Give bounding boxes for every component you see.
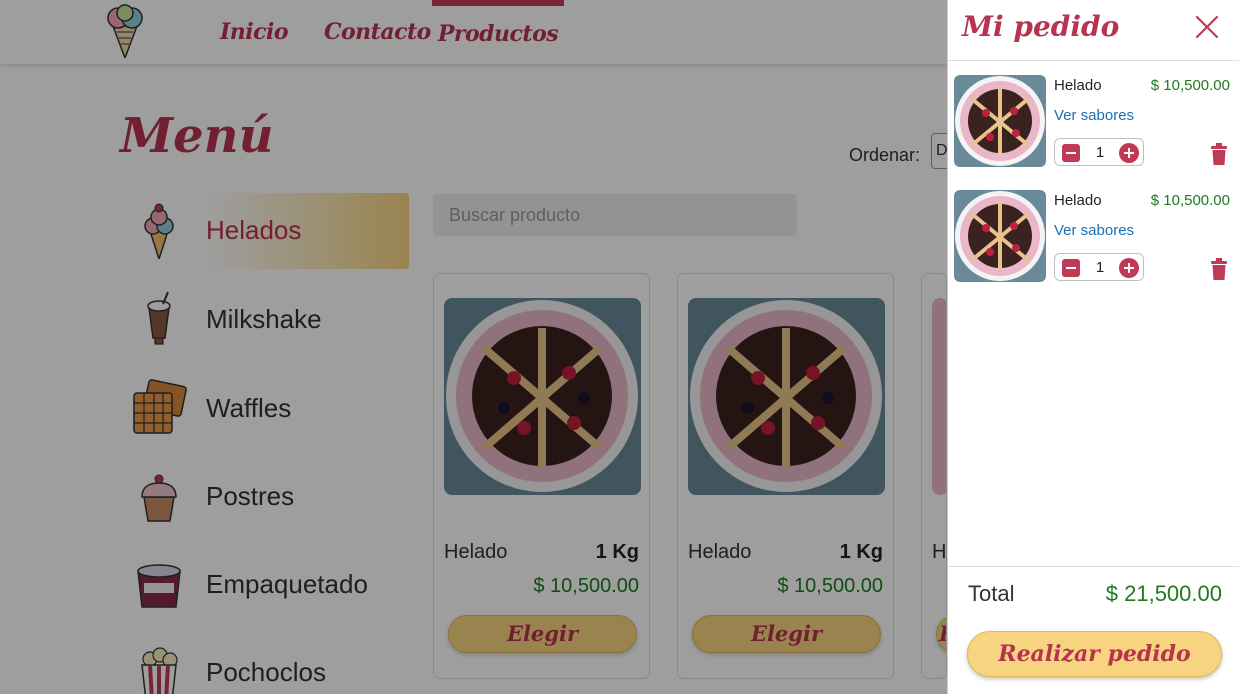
cart-item-name: Helado [1054, 192, 1102, 209]
close-icon[interactable] [1194, 14, 1220, 40]
cart-item: Helado $ 10,500.00 Ver sabores 1 [954, 190, 1234, 285]
cart-item-price: $ 10,500.00 [1150, 192, 1230, 209]
cart-item-name: Helado [1054, 77, 1102, 94]
cart-title: Mi pedido [962, 10, 1120, 43]
cart-item-price: $ 10,500.00 [1150, 77, 1230, 94]
divider [948, 566, 1239, 567]
trash-icon[interactable] [1210, 258, 1228, 280]
cart-item-image [954, 75, 1046, 167]
increase-icon[interactable] [1118, 257, 1140, 279]
increase-icon[interactable] [1118, 142, 1140, 164]
decrease-icon[interactable] [1061, 258, 1081, 278]
view-flavors-link[interactable]: Ver sabores [1054, 222, 1134, 239]
modal-backdrop[interactable] [0, 0, 947, 694]
quantity-stepper: 1 [1054, 253, 1144, 281]
quantity-value: 1 [1095, 144, 1105, 161]
view-flavors-link[interactable]: Ver sabores [1054, 107, 1134, 124]
cart-item: Helado $ 10,500.00 Ver sabores 1 [954, 75, 1234, 170]
place-order-button[interactable]: Realizar pedido [967, 631, 1222, 677]
total-label: Total [968, 581, 1015, 606]
cart-item-image [954, 190, 1046, 282]
total-value: $ 21,500.00 [1105, 581, 1222, 606]
divider [948, 60, 1239, 61]
quantity-stepper: 1 [1054, 138, 1144, 166]
trash-icon[interactable] [1210, 143, 1228, 165]
quantity-value: 1 [1095, 259, 1105, 276]
decrease-icon[interactable] [1061, 143, 1081, 163]
cart-panel: Mi pedido Helado $ 10,500.00 Ver sabores [947, 0, 1239, 694]
